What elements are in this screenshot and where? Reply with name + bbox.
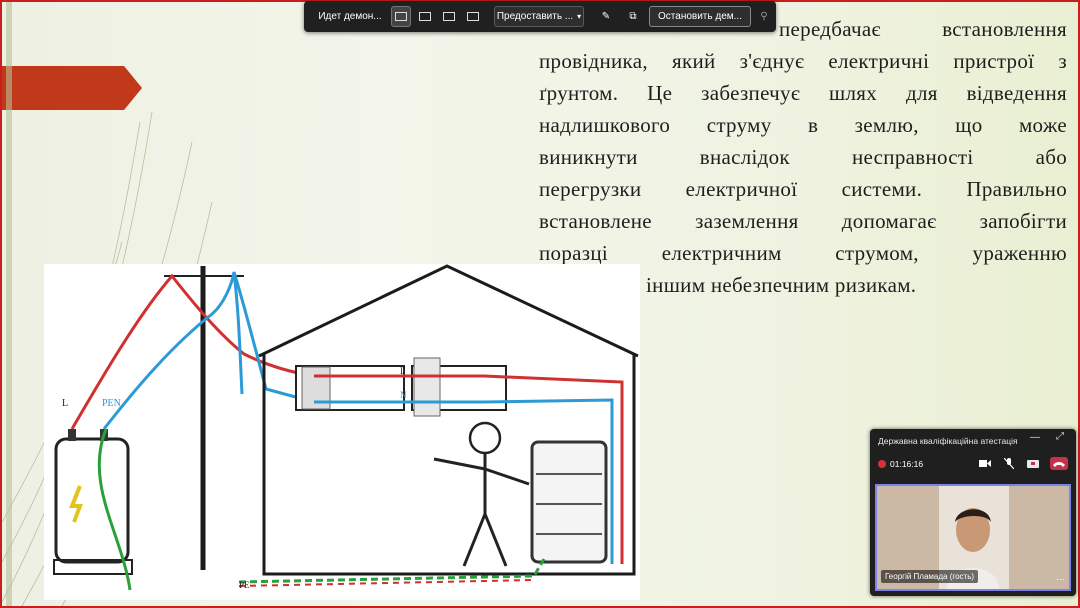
layout-standout-button[interactable]	[415, 6, 435, 27]
share-icon	[1027, 459, 1039, 468]
camera-button[interactable]	[978, 457, 992, 470]
label-n-house: N	[400, 390, 407, 400]
text-line: надлишкового струму в землю, що може	[539, 113, 1067, 137]
red-arrow-shape	[2, 66, 142, 110]
leave-call-button[interactable]	[1050, 457, 1068, 470]
pin-icon[interactable]: ⚲	[755, 6, 773, 27]
more-options-icon[interactable]: ···	[1056, 574, 1065, 584]
text-line: провідника, який з'єднує електричні прис…	[539, 49, 1067, 73]
text-line: перегрузки електричної системи. Правильн…	[539, 177, 1067, 201]
text-line: ґрунтом. Це забезпечує шлях для відведен…	[539, 81, 1067, 105]
recording-dot-icon	[878, 460, 886, 468]
share-screen-button[interactable]	[1026, 457, 1040, 470]
minimize-icon[interactable]: —	[1030, 432, 1040, 443]
hang-up-icon	[1053, 461, 1065, 467]
layout-reporter-button[interactable]	[463, 6, 483, 27]
text-line: виникнути внаслідок несправності або	[539, 145, 1067, 169]
slide-body-text: передбачає встановлення провідника, який…	[539, 13, 1067, 301]
screen-icon: ⧉	[629, 11, 637, 22]
give-control-label: Предоставить ...	[496, 11, 574, 22]
sharing-status[interactable]: Идет демон...	[312, 6, 388, 27]
mic-button[interactable]	[1002, 457, 1016, 470]
meeting-mini-window: Державна кваліфікаційна атестація — ⤢ 01…	[870, 429, 1076, 596]
chevron-down-icon: ▾	[577, 12, 582, 21]
meeting-timer: 01:16:16	[878, 459, 923, 469]
participant-video[interactable]: Георгій Пламада (гость) ···	[875, 484, 1071, 591]
mic-muted-icon	[1004, 458, 1014, 469]
pen-wire	[102, 271, 244, 430]
lightning-icon	[69, 485, 83, 523]
label-pe: PE	[239, 580, 250, 590]
label-l-house: L	[400, 366, 406, 376]
layout-side-by-side-button[interactable]	[439, 6, 459, 27]
stop-presenting-button[interactable]: Остановить дем...	[649, 6, 751, 27]
earth-wire	[97, 428, 132, 591]
participant-name: Георгій Пламада (гость)	[881, 570, 979, 583]
refrigerator	[530, 440, 608, 564]
timer-text: 01:16:16	[890, 459, 924, 469]
give-control-button[interactable]: Предоставить ... ▾	[494, 6, 584, 27]
include-audio-button[interactable]: ⧉	[622, 6, 644, 27]
camera-icon	[979, 460, 991, 467]
label-l-pole: L	[62, 398, 68, 409]
meeting-title: Державна кваліфікаційна атестація	[878, 436, 1018, 446]
grounding-diagram: L PEN L N PE	[44, 264, 640, 600]
share-toolbar: Идет демон... Предоставить ... ▾ ✎ ⧉ Ост…	[304, 1, 776, 32]
pen-icon: ✎	[601, 11, 611, 22]
person-head	[468, 421, 502, 455]
house-roof	[258, 264, 639, 358]
layout-content-only-button[interactable]	[391, 6, 411, 27]
text-line: встановлене заземлення допомагає запобіг…	[539, 209, 1067, 233]
pen-annotation-button[interactable]: ✎	[595, 6, 617, 27]
label-pen: PEN	[102, 398, 121, 409]
expand-icon[interactable]: ⤢	[1056, 431, 1064, 442]
